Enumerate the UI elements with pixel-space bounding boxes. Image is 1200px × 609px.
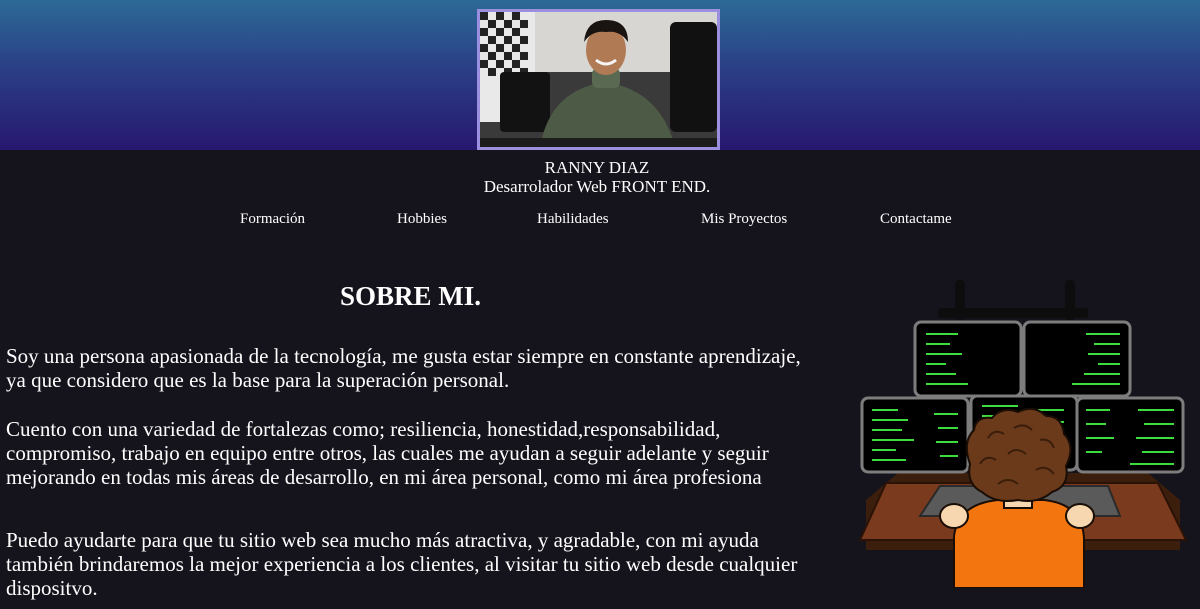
profile-heading: RANNY DIAZ Desarrolador Web FRONT END.: [0, 158, 1194, 196]
profile-role: Desarrolador Web FRONT END.: [483, 177, 711, 196]
main-nav: Formación Hobbies Habilidades Mis Proyec…: [0, 211, 1200, 231]
developer-illustration: [858, 278, 1188, 589]
profile-name: RANNY DIAZ: [544, 158, 650, 177]
nav-link-habilidades[interactable]: Habilidades: [537, 211, 609, 228]
about-paragraph-1: Soy una persona apasionada de la tecnolo…: [6, 344, 801, 392]
section-title: SOBRE MI.: [339, 281, 482, 311]
nav-link-mis-proyectos[interactable]: Mis Proyectos: [701, 211, 787, 228]
about-paragraph-3: Puedo ayudarte para que tu sitio web sea…: [6, 528, 798, 600]
nav-link-contactame[interactable]: Contactame: [880, 211, 952, 228]
about-paragraph-2: Cuento con una variedad de fortalezas co…: [6, 417, 769, 489]
nav-link-formacion[interactable]: Formación: [240, 211, 305, 228]
nav-link-hobbies[interactable]: Hobbies: [397, 211, 447, 228]
profile-photo: [477, 9, 720, 150]
